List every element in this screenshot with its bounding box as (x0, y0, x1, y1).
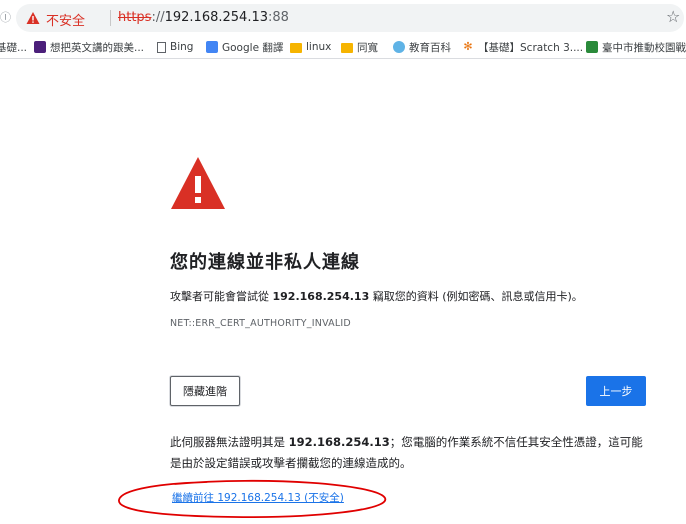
url-separator: :// (151, 10, 165, 25)
bookmark-item[interactable]: 同寬 (341, 38, 378, 56)
bookmark-label: 臺中市推動校園戰... (602, 41, 686, 54)
bookmark-item[interactable]: 臺中市推動校園戰... (586, 38, 686, 56)
bookmark-star-icon[interactable]: ☆ (666, 7, 680, 26)
bookmark-item[interactable]: 基礎... (0, 38, 27, 56)
url-protocol: https (118, 10, 152, 25)
bookmark-label: 想把英文講的跟美... (50, 41, 145, 54)
bookmark-item[interactable]: Bing (157, 38, 193, 56)
page-title: 您的連線並非私人連線 (170, 252, 360, 273)
bookmarks-bar: 基礎... 想把英文講的跟美... Bing Google 翻譯 linux 同… (0, 36, 686, 59)
omnibox-separator (110, 10, 111, 26)
browser-toolbar: Ⓘ 不安全 https://192.168.254.13:88 ☆ (0, 0, 686, 36)
warning-description: 攻擊者可能會嘗試從 192.168.254.13 竊取您的資料 (例如密碼、訊息… (170, 288, 583, 304)
folder-icon (341, 43, 353, 53)
taichung-site-icon (586, 41, 598, 53)
address-bar[interactable]: 不安全 https://192.168.254.13:88 ☆ (16, 4, 684, 32)
not-secure-label[interactable]: 不安全 (46, 10, 85, 29)
bookmark-label: 【基礎】Scratch 3.... (478, 41, 584, 54)
back-nav-partial-icon[interactable]: Ⓘ (0, 9, 11, 25)
url-host: 192.168.254.13 (164, 10, 268, 25)
detail-host: 192.168.254.13 (288, 435, 390, 449)
page-icon (157, 41, 166, 53)
scratch-site-icon: ✻ (463, 40, 473, 53)
advanced-details-text: 此伺服器無法證明其是 192.168.254.13；您電腦的作業系統不信任其安全… (170, 432, 650, 474)
error-code[interactable]: NET::ERR_CERT_AUTHORITY_INVALID (170, 318, 351, 329)
url-port: :88 (268, 10, 289, 25)
warning-triangle-icon[interactable] (26, 11, 40, 25)
bookmark-item[interactable]: 教育百科 (393, 38, 451, 56)
video-site-icon (34, 41, 46, 53)
description-host: 192.168.254.13 (272, 290, 370, 303)
bookmark-label: 同寬 (357, 41, 378, 54)
bookmark-label: Google 翻譯 (222, 41, 284, 54)
bookmark-item[interactable]: ✻ 【基礎】Scratch 3.... (462, 38, 583, 56)
bookmark-label: linux (306, 41, 332, 53)
bookmark-item[interactable]: 想把英文講的跟美... (34, 38, 144, 56)
url-text[interactable]: https://192.168.254.13:88 (118, 10, 289, 25)
bookmark-label: Bing (170, 41, 194, 53)
detail-prefix: 此伺服器無法證明其是 (170, 435, 289, 449)
folder-icon (290, 43, 302, 53)
hide-advanced-button[interactable]: 隱藏進階 (170, 376, 240, 406)
annotation-ellipse (118, 479, 386, 518)
back-to-safety-button[interactable]: 上一步 (586, 376, 646, 406)
edu-site-icon (393, 41, 405, 53)
bookmark-item[interactable]: Google 翻譯 (206, 38, 283, 56)
description-prefix: 攻擊者可能會嘗試從 (170, 290, 273, 303)
google-translate-icon (206, 41, 218, 53)
bookmark-item[interactable]: linux (290, 38, 331, 56)
bookmark-label: 基礎... (0, 41, 28, 54)
description-suffix: 竊取您的資料 (例如密碼、訊息或信用卡)。 (369, 290, 583, 303)
bookmark-label: 教育百科 (409, 41, 451, 54)
privacy-warning-icon (171, 157, 225, 209)
